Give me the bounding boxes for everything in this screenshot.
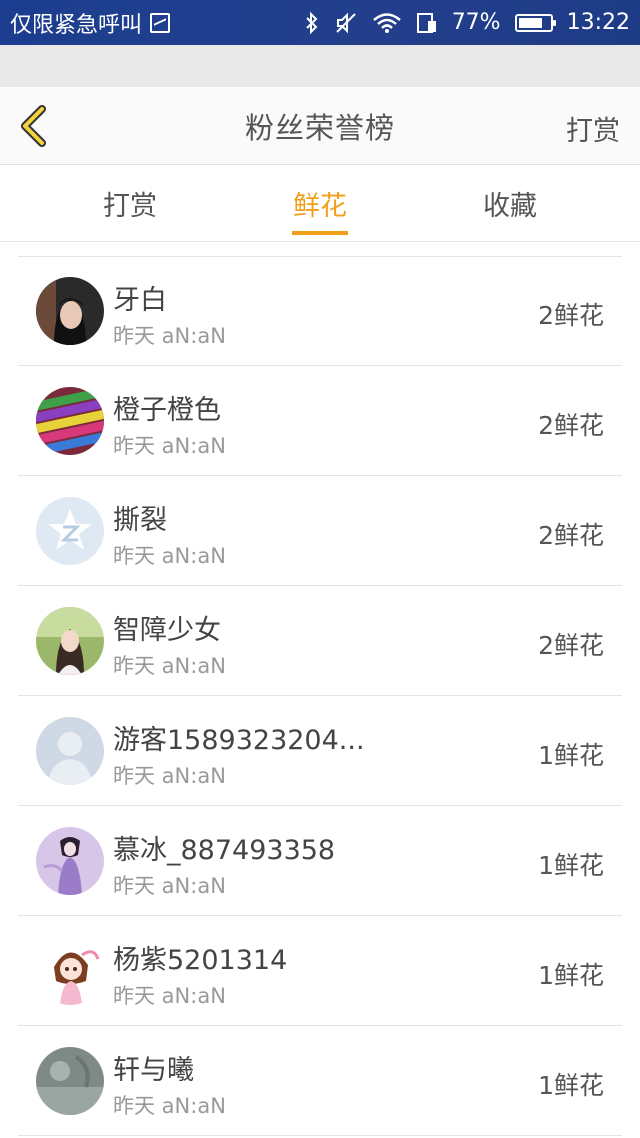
status-carrier-text: 仅限紧急呼叫 (10, 12, 143, 38)
sim-icon (416, 12, 438, 34)
list-item[interactable]: 慕冰_887493358 昨天 aN:aN 1鲜花 (18, 806, 622, 916)
avatar[interactable] (36, 1047, 104, 1115)
fan-name: 橙子橙色 (113, 395, 221, 426)
header: 粉丝荣誉榜 打赏 (0, 87, 640, 165)
avatar[interactable] (36, 277, 104, 345)
flower-count: 1鲜花 (538, 851, 604, 880)
flower-count: 2鲜花 (538, 411, 604, 440)
fan-name: 杨紫5201314 (113, 945, 288, 976)
chevron-left-icon (21, 105, 46, 147)
flower-count: 1鲜花 (538, 961, 604, 990)
status-bar: 仅限紧急呼叫 77% 13:22 (0, 0, 640, 45)
status-time: 13:22 (566, 10, 630, 35)
mute-icon (334, 11, 358, 35)
flower-count: 2鲜花 (538, 631, 604, 660)
fan-list: 牙白 昨天 aN:aN 2鲜花 橙子橙色 昨天 aN:aN 2鲜花 撕裂 昨天 … (18, 256, 622, 1136)
battery-icon (514, 13, 556, 32)
fan-time: 昨天 aN:aN (113, 434, 226, 458)
fan-name: 牙白 (113, 285, 167, 316)
avatar[interactable] (36, 717, 104, 785)
battery-level-fill (518, 17, 542, 28)
avatar[interactable] (36, 607, 104, 675)
fan-time: 昨天 aN:aN (113, 874, 226, 898)
battery-percent: 77% (451, 10, 501, 35)
tab-bar: 打赏 鲜花 收藏 (0, 165, 640, 242)
avatar[interactable] (36, 387, 104, 455)
tab-favorites[interactable]: 收藏 (450, 165, 570, 242)
fan-name: 智障少女 (113, 615, 221, 646)
fan-time: 昨天 aN:aN (113, 654, 226, 678)
list-item[interactable]: 智障少女 昨天 aN:aN 2鲜花 (18, 586, 622, 696)
avatar[interactable] (36, 497, 104, 565)
active-tab-indicator (292, 231, 348, 235)
list-item[interactable]: 游客1589323204... 昨天 aN:aN 1鲜花 (18, 696, 622, 806)
avatar[interactable] (36, 827, 104, 895)
gray-band (0, 45, 640, 87)
back-button[interactable] (14, 103, 60, 149)
list-item[interactable]: 杨紫5201314 昨天 aN:aN 1鲜花 (18, 916, 622, 1026)
flower-count: 1鲜花 (538, 1071, 604, 1100)
fan-name: 慕冰_887493358 (113, 835, 336, 866)
flower-count: 2鲜花 (538, 521, 604, 550)
fan-name: 撕裂 (113, 505, 167, 536)
fan-time: 昨天 aN:aN (113, 544, 226, 568)
list-item[interactable]: 牙白 昨天 aN:aN 2鲜花 (18, 256, 622, 366)
tab-reward[interactable]: 打赏 (70, 165, 190, 242)
avatar[interactable] (36, 937, 104, 1005)
fan-name: 轩与曦 (113, 1055, 194, 1086)
flower-count: 1鲜花 (538, 741, 604, 770)
reward-button[interactable]: 打赏 (566, 109, 620, 148)
fan-time: 昨天 aN:aN (113, 984, 226, 1008)
bluetooth-icon (304, 11, 320, 35)
list-item[interactable]: 轩与曦 昨天 aN:aN 1鲜花 (18, 1026, 622, 1136)
flower-count: 2鲜花 (538, 301, 604, 330)
picture-icon (150, 12, 171, 33)
wifi-icon (372, 12, 402, 34)
fan-name: 游客1589323204... (113, 725, 365, 756)
list-item[interactable]: 撕裂 昨天 aN:aN 2鲜花 (18, 476, 622, 586)
fan-time: 昨天 aN:aN (113, 324, 226, 348)
page-title: 粉丝荣誉榜 (244, 110, 395, 145)
list-item[interactable]: 橙子橙色 昨天 aN:aN 2鲜花 (18, 366, 622, 476)
fan-time: 昨天 aN:aN (113, 1094, 226, 1118)
fan-time: 昨天 aN:aN (113, 764, 226, 788)
